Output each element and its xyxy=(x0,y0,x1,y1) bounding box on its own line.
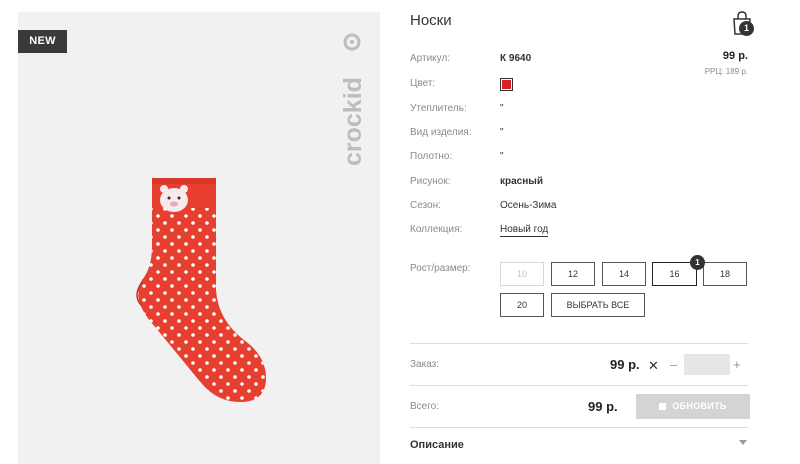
product-title: Носки xyxy=(410,12,452,29)
decrease-quantity-button[interactable]: – xyxy=(670,357,677,372)
select-all-sizes-button[interactable]: ВЫБРАТЬ ВСЕ xyxy=(551,293,645,317)
product-image-panel[interactable]: NEW crockid xyxy=(18,12,380,464)
divider xyxy=(410,427,748,428)
cart-count-badge: 1 xyxy=(739,21,754,36)
pattern-label: Рисунок: xyxy=(410,176,451,187)
size-label: Рост/размер: xyxy=(410,263,471,274)
size-selected-count-badge: 1 xyxy=(690,255,705,270)
pattern-value: красный xyxy=(500,176,543,187)
chevron-down-icon[interactable] xyxy=(739,440,747,445)
multiply-icon: ✕ xyxy=(648,358,659,373)
season-value: Осень-Зима xyxy=(500,200,557,211)
insulation-value: " xyxy=(500,103,504,114)
collection-label: Коллекция: xyxy=(410,224,463,235)
product-type-label: Вид изделия: xyxy=(410,127,472,138)
increase-quantity-button[interactable]: + xyxy=(733,357,741,372)
fabric-value: " xyxy=(500,151,504,162)
divider xyxy=(410,385,748,386)
divider xyxy=(410,343,748,344)
brand-logo: crockid xyxy=(339,33,367,166)
cart-icon xyxy=(659,403,667,410)
svg-text:crockid: crockid xyxy=(339,77,367,166)
collection-link[interactable]: Новый год xyxy=(500,224,549,237)
color-label: Цвет: xyxy=(410,78,436,89)
new-badge: NEW xyxy=(18,30,67,53)
product-type-value: " xyxy=(500,127,504,138)
description-toggle[interactable]: Описание xyxy=(410,439,464,451)
season-label: Сезон: xyxy=(410,200,441,211)
insulation-label: Утеплитель: xyxy=(410,103,467,114)
update-button-label: ОБНОВИТЬ xyxy=(672,401,727,411)
color-swatch[interactable] xyxy=(500,78,513,91)
size-option-12[interactable]: 12 xyxy=(551,262,595,286)
total-price: 99 р. xyxy=(588,399,618,414)
article-value: К 9640 xyxy=(500,53,532,64)
quantity-input[interactable] xyxy=(684,354,730,375)
size-option-20[interactable]: 20 xyxy=(500,293,544,317)
fabric-label: Полотно: xyxy=(410,151,453,162)
product-sock-image xyxy=(136,178,266,402)
article-label: Артикул: xyxy=(410,53,451,64)
color-swatch-fill xyxy=(502,80,511,89)
size-option-10[interactable]: 10 xyxy=(500,262,544,286)
size-option-14[interactable]: 14 xyxy=(602,262,646,286)
product-price: 99 р. xyxy=(722,50,748,62)
update-cart-button[interactable]: ОБНОВИТЬ xyxy=(636,394,750,419)
total-label: Всего: xyxy=(410,401,439,412)
size-option-18[interactable]: 18 xyxy=(703,262,747,286)
recommended-price: РРЦ: 189 р. xyxy=(704,67,748,76)
order-label: Заказ: xyxy=(410,359,440,370)
order-price: 99 р. xyxy=(610,357,640,372)
